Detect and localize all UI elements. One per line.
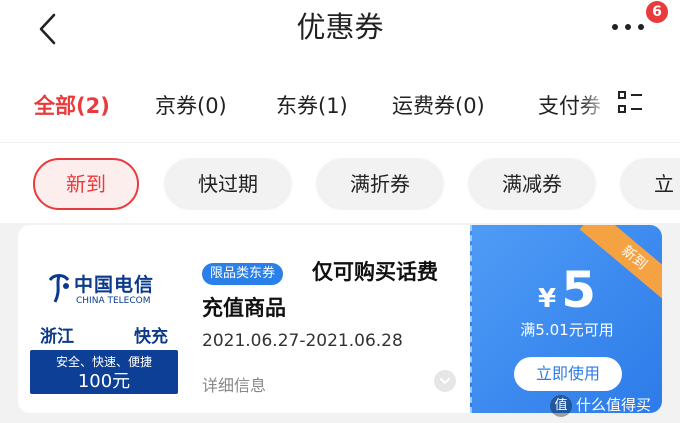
header-bar: 优惠券 6 (0, 0, 680, 70)
coupon-value-panel: 新到 ¥ 5 满5.01元可用 立即使用 (470, 225, 662, 413)
category-menu-icon[interactable] (604, 88, 680, 124)
tab-jd-coupon[interactable]: 京券(0) (155, 92, 227, 120)
telecom-globe-icon (48, 274, 70, 303)
detail-info-link[interactable]: 详细信息 (202, 372, 266, 396)
filter-chips: 新到 快过期 满折券 满减券 立 (0, 143, 680, 223)
coupon-title: 仅可购买话费 (312, 260, 438, 284)
telecom-region: 浙江 (40, 327, 74, 347)
tab-shipping-coupon[interactable]: 运费券(0) (392, 92, 485, 120)
page-title: 优惠券 (296, 10, 384, 44)
watermark-text: 什么值得买 (576, 396, 652, 414)
chip-discount-rate[interactable]: 满折券 (316, 158, 444, 210)
telecom-name-en: CHINA TELECOM (76, 296, 151, 306)
tab-dong-coupon[interactable]: 东券(1) (276, 92, 348, 120)
telecom-amount: 100元 (77, 371, 131, 392)
coupon-validity-dates: 2021.06.27-2021.06.28 (202, 331, 403, 351)
chip-new[interactable]: 新到 (33, 158, 139, 210)
telecom-slogan: 安全、快速、便捷 (55, 355, 152, 369)
notification-badge: 6 (646, 1, 668, 23)
coupon-card[interactable]: 中国电信 CHINA TELECOM 浙江 快充 安全、快速、便捷 100元 限… (18, 225, 662, 413)
more-options-icon[interactable] (608, 20, 648, 34)
telecom-value-bar: 安全、快速、便捷 100元 (30, 350, 178, 394)
coupon-title-continued: 充值商品 (202, 296, 286, 320)
use-now-button[interactable]: 立即使用 (514, 357, 622, 391)
chip-more[interactable]: 立 (620, 158, 680, 210)
site-watermark: 值什么值得买 (550, 392, 651, 418)
watermark-logo-icon: 值 (550, 394, 572, 417)
telecom-charge-type: 快充 (134, 327, 168, 347)
coupon-condition: 满5.01元可用 (520, 321, 614, 339)
chevron-down-icon[interactable] (434, 370, 456, 392)
currency-symbol: ¥ (538, 284, 557, 314)
coupon-value: 5 (561, 261, 596, 319)
chip-expiring[interactable]: 快过期 (164, 158, 292, 210)
coupon-scope-tag: 限品类东券 (202, 263, 284, 285)
telecom-name-cn: 中国电信 (74, 274, 155, 296)
tab-all[interactable]: 全部(2) (34, 92, 110, 120)
category-tabs: 全部(2) 京券(0) 东券(1) 运费券(0) 支付券 (0, 70, 680, 142)
china-telecom-logo: 中国电信 CHINA TELECOM 浙江 快充 安全、快速、便捷 100元 (30, 250, 178, 394)
chip-discount-amount[interactable]: 满减券 (468, 158, 596, 210)
coupon-price: ¥ 5 (472, 261, 662, 319)
